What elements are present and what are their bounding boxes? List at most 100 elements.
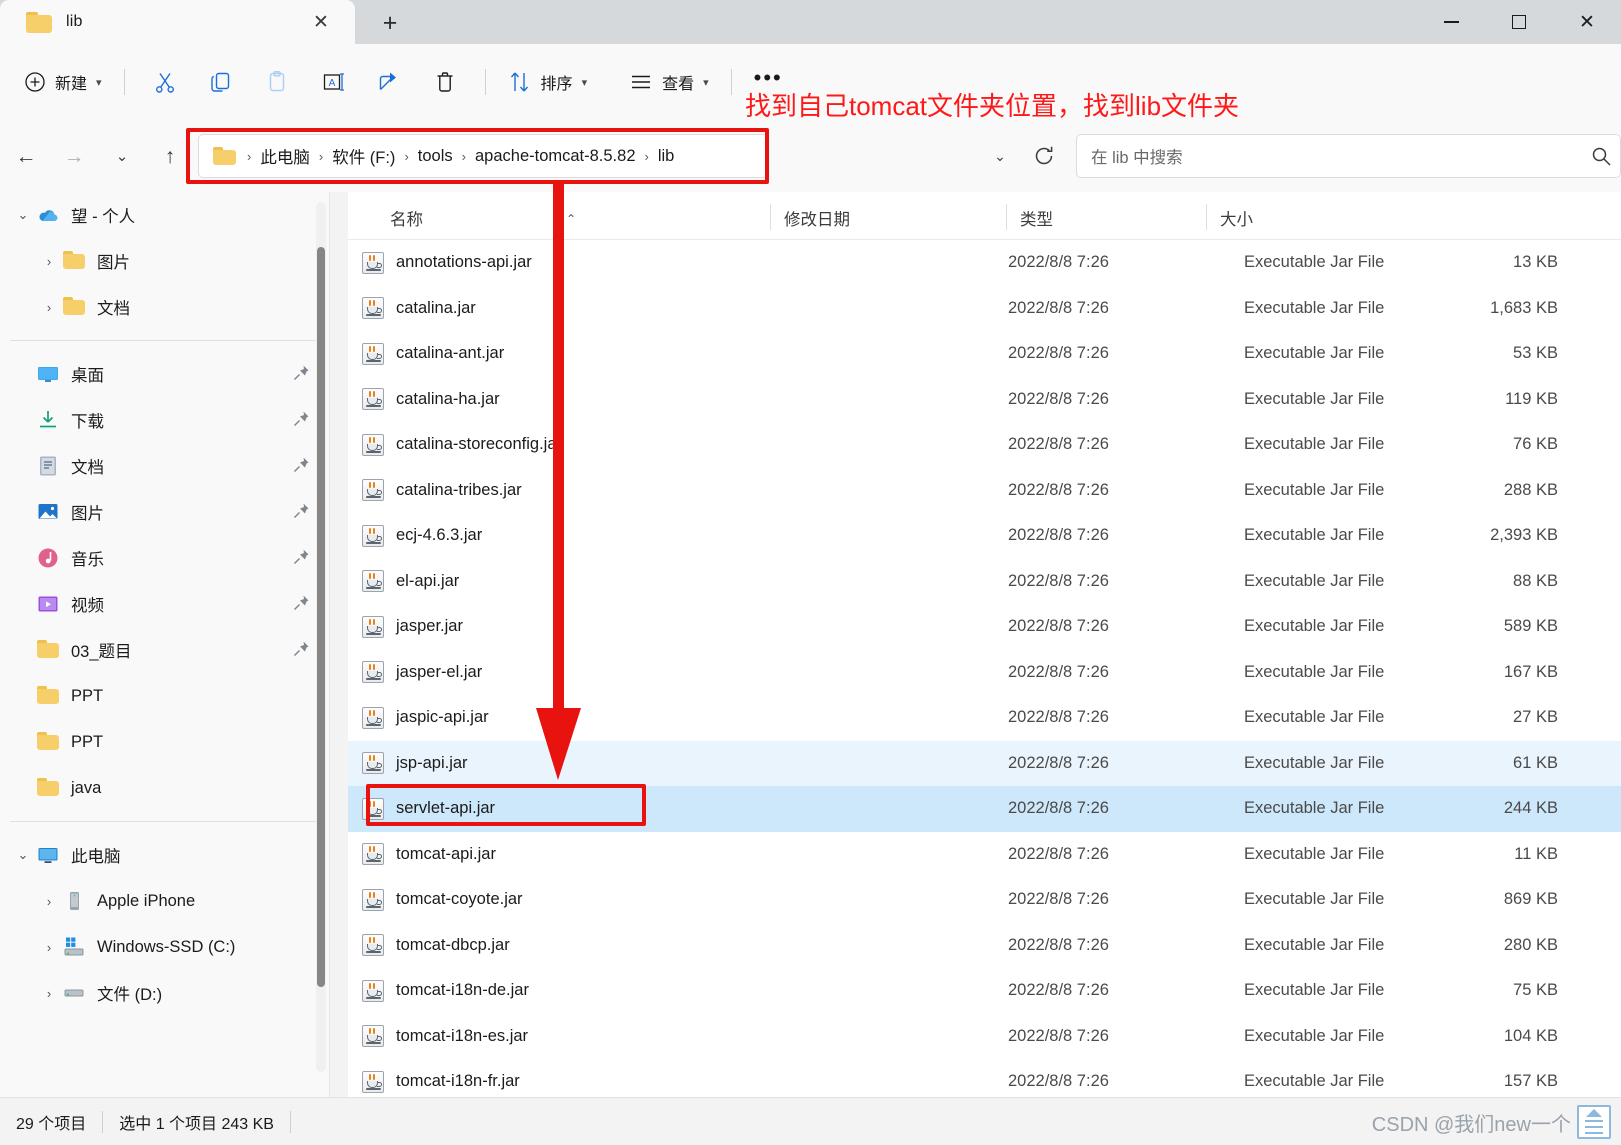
column-divider[interactable] [770,204,771,230]
sidebar-item-ppt-2[interactable]: PPT [0,719,330,765]
sidebar-item-documents[interactable]: 文档 [0,443,330,489]
sidebar-item-files-d[interactable]: › 文件 (D:) [0,970,330,1016]
maximize-icon [1512,15,1526,29]
back-button[interactable]: ← [6,136,46,176]
table-row[interactable]: tomcat-api.jar 2022/8/8 7:26 Executable Ja… [348,832,1621,878]
pin-icon[interactable] [292,548,310,571]
file-size-cell: 1,683 KB [1490,298,1558,317]
sidebar-scrollbar[interactable] [316,202,326,1072]
table-row[interactable]: tomcat-i18n-de.jar 2022/8/8 7:26 Executabl… [348,968,1621,1014]
pin-icon[interactable] [292,594,310,617]
file-name-cell[interactable]: tomcat-i18n-de.jar [348,979,1008,1002]
paste-button[interactable] [249,60,305,104]
file-name-cell[interactable]: catalina-tribes.jar [348,479,1008,502]
sort-button[interactable]: 排序 ▾ [498,60,598,104]
copy-button[interactable] [193,60,249,104]
pin-icon[interactable] [292,364,310,387]
chevron-right-icon[interactable]: › [36,894,62,909]
sidebar-item-music[interactable]: 音乐 [0,535,330,581]
file-name-cell[interactable]: catalina-ant.jar [348,342,1008,365]
up-button[interactable]: ↑ [150,136,190,176]
file-name-cell[interactable]: catalina-ha.jar [348,388,1008,411]
sort-icon [510,72,528,92]
file-name-cell[interactable]: catalina.jar [348,297,1008,320]
chevron-right-icon[interactable]: › [36,986,62,1001]
pin-icon[interactable] [292,456,310,479]
sidebar-item-windows-ssd-c[interactable]: › Windows-SSD (C:) [0,924,330,970]
file-name-cell[interactable]: tomcat-i18n-es.jar [348,1025,1008,1048]
table-row[interactable]: tomcat-coyote.jar 2022/8/8 7:26 Executable… [348,877,1621,923]
window-close-button[interactable]: ✕ [1553,0,1621,44]
search-icon[interactable] [1590,145,1612,172]
file-date-cell: 2022/8/8 7:26 [1008,571,1109,590]
view-button[interactable]: 查看 ▾ [619,60,719,104]
sidebar-item-label: 望 - 个人 [71,208,136,226]
sidebar-item-this-pc[interactable]: ⌄ 此电脑 [0,832,330,878]
table-row[interactable]: tomcat-i18n-es.jar 2022/8/8 7:26 Executabl… [348,1014,1621,1060]
chevron-right-icon[interactable]: › [36,300,62,315]
minimize-button[interactable] [1417,0,1485,44]
tab-lib[interactable]: lib ✕ [0,0,355,44]
sidebar-item-apple-iphone[interactable]: › Apple iPhone [0,878,330,924]
sidebar-item-onedrive-pictures[interactable]: › 图片 [0,238,330,284]
file-name-cell[interactable]: jasper.jar [348,615,1008,638]
file-name-cell[interactable]: el-api.jar [348,570,1008,593]
table-row[interactable]: tomcat-dbcp.jar 2022/8/8 7:26 Executable J… [348,923,1621,969]
maximize-button[interactable] [1485,0,1553,44]
sidebar-item-onedrive-documents[interactable]: › 文档 [0,284,330,330]
new-tab-button[interactable]: + [375,8,405,38]
file-name-cell[interactable]: tomcat-i18n-fr.jar [348,1070,1008,1093]
annotation-note: 找到自己tomcat文件夹位置，找到lib文件夹 [745,91,1240,121]
delete-button[interactable] [417,60,473,104]
address-dropdown-button[interactable]: ⌄ [978,134,1022,178]
file-name-cell[interactable]: annotations-api.jar [348,251,1008,274]
file-name-label: jasper.jar [396,617,463,636]
pin-icon[interactable] [292,410,310,433]
rename-button[interactable]: A [305,60,361,104]
recent-locations-button[interactable]: ⌄ [102,136,142,176]
sidebar-item-pictures[interactable]: 图片 [0,489,330,535]
column-divider[interactable] [1206,204,1207,230]
share-button[interactable] [361,60,417,104]
sidebar-item-ppt-1[interactable]: PPT [0,673,330,719]
file-name-cell[interactable]: jaspic-api.jar [348,706,1008,729]
refresh-button[interactable] [1022,134,1066,178]
chevron-right-icon[interactable]: › [36,940,62,955]
svg-text:A: A [328,78,335,89]
file-name-cell[interactable]: jsp-api.jar [348,752,1008,775]
column-divider[interactable] [1006,204,1007,230]
close-icon: ✕ [1579,11,1595,33]
jar-file-icon [362,570,384,593]
column-header-type[interactable]: 类型 [1006,204,1220,239]
sidebar-scrollbar-thumb[interactable] [317,247,325,987]
file-name-cell[interactable]: tomcat-api.jar [348,843,1008,866]
pin-icon[interactable] [292,502,310,525]
column-header-size[interactable]: 大小 [1206,204,1340,239]
navigation-pane[interactable]: ⌄ 望 - 个人 › 图片 › 文档 桌面 下载 文档 图片 音乐 视频 03_… [0,192,330,1097]
file-date-cell: 2022/8/8 7:26 [1008,435,1109,454]
file-name-cell[interactable]: tomcat-dbcp.jar [348,934,1008,957]
search-input[interactable]: 在 lib 中搜索 [1076,134,1621,178]
sidebar-item-java[interactable]: java [0,765,330,811]
file-name-cell[interactable]: jasper-el.jar [348,661,1008,684]
chevron-down-icon[interactable]: ⌄ [10,207,36,223]
file-name-cell[interactable]: ecj-4.6.3.jar [348,524,1008,547]
column-header-date[interactable]: 修改日期 [770,204,1020,239]
sidebar-divider [10,340,316,341]
file-type-cell: Executable Jar File [1244,298,1385,317]
new-button[interactable]: 新建 ▾ [14,60,112,104]
chevron-right-icon[interactable]: › [36,254,62,269]
cut-button[interactable] [137,60,193,104]
sidebar-item-downloads[interactable]: 下载 [0,397,330,443]
sidebar-item-onedrive[interactable]: ⌄ 望 - 个人 [0,192,330,238]
forward-button[interactable]: → [54,136,94,176]
close-icon[interactable]: ✕ [309,10,333,34]
file-name-cell[interactable]: tomcat-coyote.jar [348,888,1008,911]
file-size-cell: 104 KB [1503,1026,1558,1045]
pin-icon[interactable] [292,640,310,663]
sidebar-item-videos[interactable]: 视频 [0,581,330,627]
chevron-down-icon[interactable]: ⌄ [10,847,36,863]
file-name-cell[interactable]: catalina-storeconfig.jar [348,433,1008,456]
sidebar-item-03-timu[interactable]: 03_题目 [0,627,330,673]
sidebar-item-desktop[interactable]: 桌面 [0,351,330,397]
